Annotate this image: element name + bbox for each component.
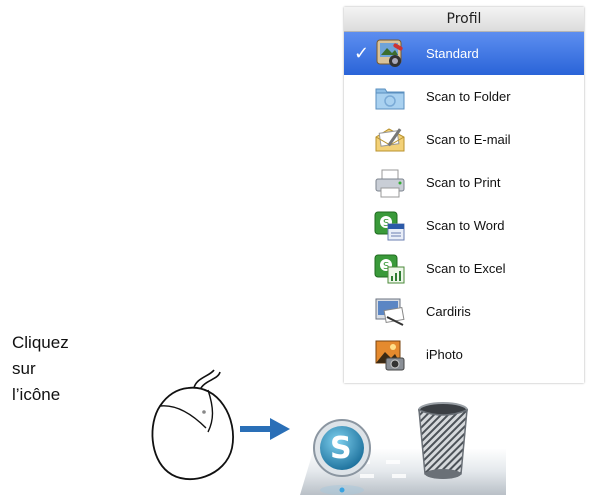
profile-item-scan-to-print[interactable]: Scan to Print (344, 161, 584, 204)
profile-menu: Profil ✓ Standard Scan to Folder Scan to… (344, 7, 584, 383)
instruction-line-3: l’icône (12, 385, 61, 404)
trash-icon[interactable] (412, 400, 474, 485)
word-icon: S (374, 211, 405, 241)
profile-item-scan-to-folder[interactable]: Scan to Folder (344, 75, 584, 118)
profile-item-cardiris[interactable]: Cardiris (344, 290, 584, 333)
instruction-line-2: sur (12, 359, 36, 378)
instruction-text: Cliquez sur l’icône (12, 330, 112, 408)
profile-label: Scan to Folder (426, 89, 511, 104)
folder-icon (375, 88, 405, 110)
profile-item-scan-to-excel[interactable]: S Scan to Excel (344, 247, 584, 290)
dock: S (300, 400, 506, 495)
iphoto-icon (375, 340, 405, 371)
profile-label: Scan to Excel (426, 261, 506, 276)
email-icon (375, 128, 405, 152)
profile-label: iPhoto (426, 347, 463, 362)
excel-icon: S (374, 254, 405, 284)
svg-text:S: S (330, 431, 352, 466)
instruction-line-1: Cliquez (12, 333, 69, 352)
checkmark-icon: ✓ (354, 43, 370, 64)
scansnap-manager-icon[interactable]: S (308, 410, 378, 495)
profile-label: Scan to E-mail (426, 132, 511, 147)
profile-item-iphoto[interactable]: iPhoto (344, 333, 584, 376)
profile-label: Standard (426, 46, 479, 61)
profile-label: Scan to Word (426, 218, 505, 233)
profile-item-scan-to-word[interactable]: S Scan to Word (344, 204, 584, 247)
profile-list: ✓ Standard Scan to Folder Scan to E-mail… (344, 32, 584, 376)
profile-item-standard[interactable]: ✓ Standard (344, 32, 584, 75)
cardiris-icon (375, 298, 405, 326)
printer-icon (375, 169, 405, 198)
profile-item-scan-to-email[interactable]: Scan to E-mail (344, 118, 584, 161)
mouse-icon (151, 369, 234, 481)
right-arrow-icon (240, 418, 290, 440)
profile-label: Cardiris (426, 304, 471, 319)
standard-scanner-icon (376, 39, 403, 67)
profile-label: Scan to Print (426, 175, 501, 190)
menu-title: Profil (344, 7, 584, 32)
